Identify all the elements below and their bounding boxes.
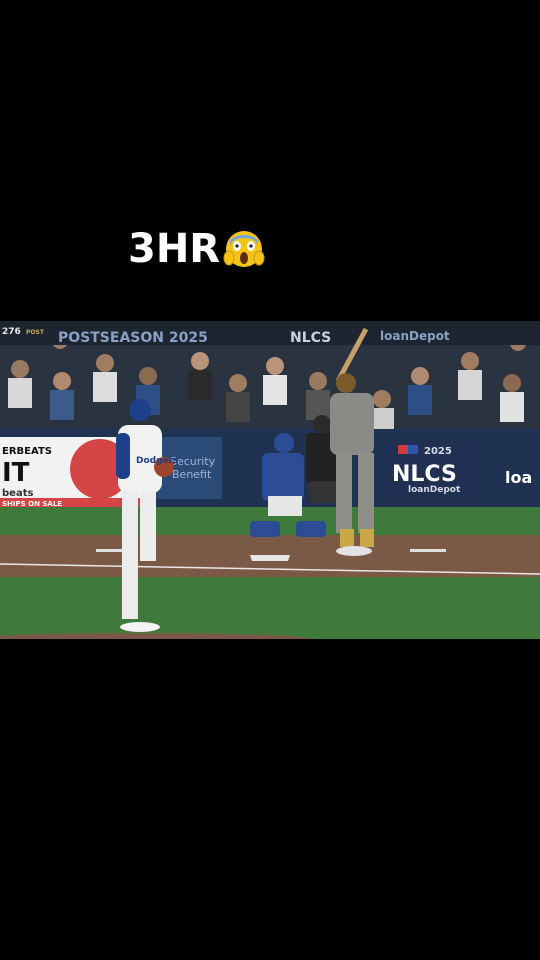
- ad-left-brand: beats: [2, 488, 33, 499]
- baseball-video-frame[interactable]: 276 POST POSTSEASON 2025 NLCS loanDepot …: [0, 321, 540, 639]
- pitcher-jersey-text: Dodgers: [136, 456, 178, 466]
- loandepot-small-banner: loanDepot: [380, 329, 450, 343]
- ad-left-headline: ERBEATS: [2, 446, 52, 457]
- ad-left-big: IT: [2, 458, 30, 488]
- ad-right-text: loa: [505, 468, 532, 487]
- face-screaming-in-fear-icon: [223, 231, 265, 267]
- nlcs-small-banner: NLCS: [290, 330, 331, 346]
- home-plate: [250, 555, 290, 561]
- board-left-tag: POST: [26, 329, 45, 336]
- board-left-number: 276: [2, 327, 21, 337]
- baseball-scene: 276 POST POSTSEASON 2025 NLCS loanDepot …: [0, 321, 540, 639]
- nlcs-sponsor: loanDepot: [408, 485, 461, 495]
- grass-foreground: [0, 577, 540, 639]
- nlcs-year: 2025: [424, 446, 452, 457]
- nlcs-title: NLCS: [392, 462, 457, 487]
- ad-middle-text-2: Benefit: [172, 468, 212, 481]
- ad-left-footer: SHIPS ON SALE: [2, 500, 62, 508]
- postseason-banner: POSTSEASON 2025: [58, 330, 208, 346]
- caption-text: 3HR: [128, 226, 221, 272]
- video-caption: 3HR: [128, 226, 266, 272]
